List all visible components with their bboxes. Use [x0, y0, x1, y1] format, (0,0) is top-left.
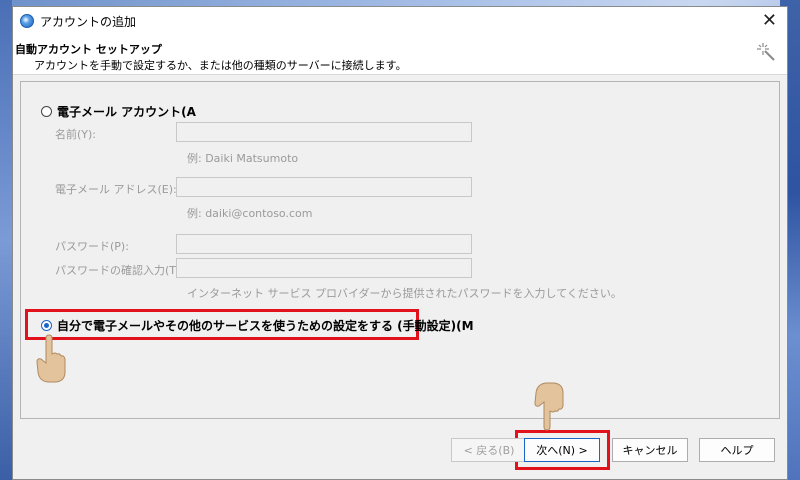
name-hint: 例: Daiki Matsumoto [187, 152, 299, 165]
help-button[interactable]: ヘルプ [699, 438, 775, 462]
pointing-hand-icon-next [534, 382, 564, 431]
header-subtitle: アカウントを手動で設定するか、または他の種類のサーバーに接続します。 [34, 59, 407, 72]
close-button[interactable]: ✕ [762, 10, 777, 31]
outlook-app-icon [20, 14, 34, 28]
title-bar: アカウントの追加 ✕ [13, 7, 787, 35]
window-title: アカウントの追加 [40, 15, 137, 29]
next-button[interactable]: 次へ(N) > [524, 438, 600, 462]
email-hint: 例: daiki@contoso.com [187, 207, 313, 220]
password-confirm-label: パスワードの確認入力(T): [55, 264, 185, 277]
manual-setup-option-label: 自分で電子メールやその他のサービスを使うための設定をする (手動設定)(M [57, 319, 474, 333]
desktop-wallpaper-left [0, 0, 12, 480]
header-title: 自動アカウント セットアップ [15, 43, 162, 56]
manual-setup-radio[interactable] [41, 320, 52, 331]
password-hint: インターネット サービス プロバイダーから提供されたパスワードを入力してください… [187, 287, 622, 300]
wizard-header: 自動アカウント セットアップ アカウントを手動で設定するか、または他の種類のサー… [13, 35, 787, 75]
add-account-dialog: アカウントの追加 ✕ 自動アカウント セットアップ アカウントを手動で設定するか… [12, 6, 788, 480]
wizard-sparkle-icon [757, 43, 775, 61]
name-input[interactable] [176, 122, 472, 142]
email-label: 電子メール アドレス(E): [55, 183, 177, 196]
password-confirm-input[interactable] [176, 258, 472, 278]
email-input[interactable] [176, 177, 472, 197]
account-setup-panel: 電子メール アカウント(A 名前(Y): 例: Daiki Matsumoto … [20, 81, 780, 419]
back-button[interactable]: < 戻る(B) [451, 438, 527, 462]
cancel-button[interactable]: キャンセル [612, 438, 688, 462]
name-label: 名前(Y): [55, 128, 97, 141]
pointing-hand-icon [36, 334, 66, 383]
password-label: パスワード(P): [55, 240, 129, 253]
password-input[interactable] [176, 234, 472, 254]
email-account-radio[interactable] [41, 106, 52, 117]
email-account-option-label: 電子メール アカウント(A [57, 105, 196, 119]
